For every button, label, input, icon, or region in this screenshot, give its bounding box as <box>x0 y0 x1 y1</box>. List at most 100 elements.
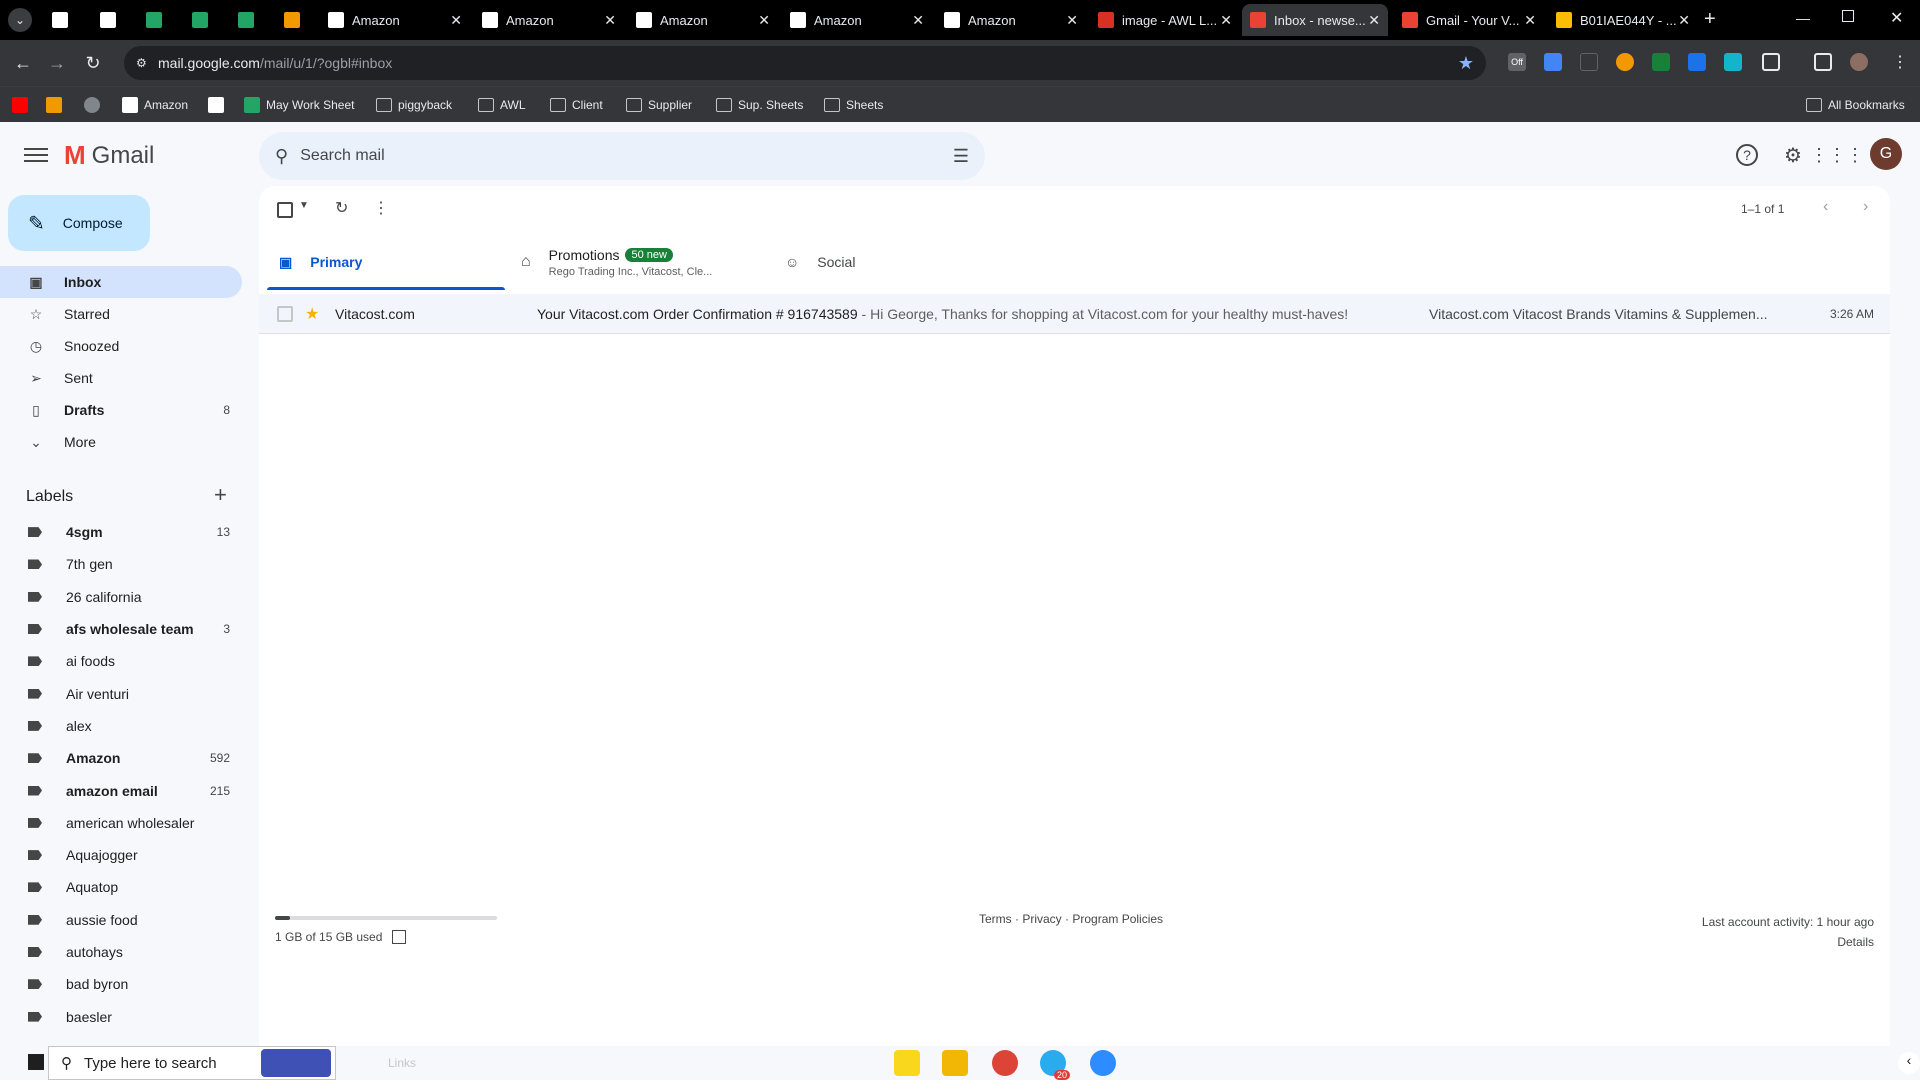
bookmark-youtube[interactable] <box>12 96 34 114</box>
browser-tab[interactable]: Amazon ✕ <box>782 4 932 36</box>
sidebar-item-inbox[interactable]: ▣ Inbox <box>0 266 242 298</box>
bookmark-folder-supplier[interactable]: Supplier <box>626 96 692 114</box>
help-icon[interactable]: ? <box>1736 144 1758 166</box>
minimize-button[interactable]: — <box>1796 10 1810 26</box>
taskbar-search[interactable]: ⚲ Type here to search <box>48 1046 336 1080</box>
star-icon[interactable]: ★ <box>305 304 319 324</box>
activity-details-link[interactable]: Details <box>1702 932 1874 952</box>
search-icon[interactable]: ⚲ <box>275 146 288 167</box>
extension-icon[interactable] <box>1688 53 1706 71</box>
window-close-button[interactable]: ✕ <box>1890 8 1903 28</box>
browser-tab[interactable]: Amazon ✕ <box>320 4 470 36</box>
label-item[interactable]: Aquatop <box>0 871 242 903</box>
pinned-tab-sheets-2[interactable] <box>192 12 208 28</box>
label-item[interactable]: 26 california <box>0 581 242 613</box>
chrome-icon[interactable] <box>992 1050 1018 1076</box>
file-explorer-icon[interactable] <box>942 1050 968 1076</box>
terms-link[interactable]: Terms <box>979 912 1012 926</box>
label-item[interactable]: aussie food <box>0 904 242 936</box>
sidebar-item-more[interactable]: ⌄ More <box>0 426 242 458</box>
close-icon[interactable]: ✕ <box>1066 12 1078 29</box>
close-icon[interactable]: ✕ <box>1524 12 1536 29</box>
close-icon[interactable]: ✕ <box>1678 12 1690 29</box>
extension-icon[interactable] <box>1724 53 1742 71</box>
site-info-icon[interactable]: ⚙ <box>136 56 147 70</box>
browser-tab[interactable]: Amazon ✕ <box>936 4 1086 36</box>
browser-tab[interactable]: Amazon ✕ <box>628 4 778 36</box>
browser-tab[interactable]: B01IAE044Y - ... ✕ <box>1548 4 1698 36</box>
tab-primary[interactable]: ▣ Primary <box>267 234 505 290</box>
extension-icon[interactable]: Off <box>1508 53 1526 71</box>
bookmark-folder-awl[interactable]: AWL <box>478 96 526 114</box>
label-item[interactable]: alex <box>0 710 242 742</box>
close-icon[interactable]: ✕ <box>912 12 924 29</box>
label-item[interactable]: afs wholesale team 3 <box>0 613 242 645</box>
label-item[interactable]: 4sgm 13 <box>0 516 242 548</box>
refresh-icon[interactable]: ↻ <box>335 198 348 218</box>
select-all-checkbox[interactable] <box>277 202 293 218</box>
prev-page-icon[interactable]: ‹ <box>1823 198 1828 216</box>
search-input[interactable] <box>300 147 901 165</box>
label-item[interactable]: Air venturi <box>0 677 242 709</box>
close-icon[interactable]: ✕ <box>450 12 462 29</box>
program-policies-link[interactable]: Program Policies <box>1072 912 1163 926</box>
add-label-icon[interactable]: + <box>214 482 227 508</box>
back-button[interactable]: ← <box>8 48 38 78</box>
tab-search-button[interactable]: ⌄ <box>8 8 32 32</box>
label-item[interactable]: ai foods <box>0 645 242 677</box>
compose-button[interactable]: ✎ Compose <box>8 195 150 251</box>
close-icon[interactable]: ✕ <box>1220 12 1232 29</box>
external-link-icon[interactable] <box>392 930 407 944</box>
sidebar-item-drafts[interactable]: ▯ Drafts 8 <box>0 394 242 426</box>
bookmark-icon-2[interactable] <box>46 96 68 114</box>
extension-icon[interactable] <box>1616 53 1634 71</box>
close-icon[interactable]: ✕ <box>1368 12 1380 29</box>
label-item[interactable]: baesler <box>0 1000 242 1032</box>
browser-tab[interactable]: Amazon ✕ <box>474 4 624 36</box>
apps-grid-icon[interactable]: ⋮⋮⋮ <box>1810 142 1864 168</box>
telegram-icon[interactable]: 20 <box>1040 1050 1070 1080</box>
next-page-icon[interactable]: › <box>1863 198 1868 216</box>
gmail-logo[interactable]: M Gmail <box>64 140 154 171</box>
all-bookmarks[interactable]: All Bookmarks <box>1806 96 1905 114</box>
new-tab-button[interactable]: + <box>1704 8 1716 31</box>
close-icon[interactable]: ✕ <box>604 12 616 29</box>
pinned-tab-sheets-3[interactable] <box>238 12 254 28</box>
sidebar-item-sent[interactable]: ➢ Sent <box>0 362 242 394</box>
browser-tab[interactable]: Gmail - Your V... ✕ <box>1394 4 1544 36</box>
tab-promotions[interactable]: ⌂ Promotions 50 new Rego Trading Inc., V… <box>521 234 753 290</box>
label-item[interactable]: autohays <box>0 936 242 968</box>
pinned-tab-sheets-1[interactable] <box>146 12 162 28</box>
sticky-notes-icon[interactable] <box>894 1050 920 1076</box>
pinned-tab-amazon-1[interactable] <box>52 12 68 28</box>
browser-menu-icon[interactable]: ⋮ <box>1892 52 1908 72</box>
main-menu-icon[interactable] <box>24 144 48 164</box>
settings-icon[interactable]: ⚙ <box>1780 142 1806 168</box>
browser-tab-active[interactable]: Inbox - newse... ✕ <box>1242 4 1388 36</box>
pinned-tab-amazon-2[interactable] <box>100 12 116 28</box>
bookmark-folder-sup-sheets[interactable]: Sup. Sheets <box>716 96 803 114</box>
side-panel-icon[interactable] <box>1814 53 1832 71</box>
profile-avatar[interactable] <box>1850 53 1868 71</box>
forward-button[interactable]: → <box>42 48 72 78</box>
bookmark-amazon-icon[interactable] <box>208 96 230 114</box>
bookmark-may-work-sheet[interactable]: May Work Sheet <box>244 96 354 114</box>
bookmark-star-icon[interactable]: ★ <box>1458 53 1474 74</box>
links-toolbar[interactable]: Links <box>388 1056 416 1070</box>
bookmark-folder-sheets[interactable]: Sheets <box>824 96 883 114</box>
label-item[interactable]: Amazon 592 <box>0 742 242 774</box>
reload-button[interactable]: ↻ <box>78 48 108 78</box>
bookmark-folder-client[interactable]: Client <box>550 96 603 114</box>
bookmark-icon-3[interactable] <box>84 96 106 114</box>
sidebar-item-starred[interactable]: ☆ Starred <box>0 298 242 330</box>
browser-tab[interactable]: image - AWL L... ✕ <box>1090 4 1240 36</box>
label-item[interactable]: 7th gen <box>0 548 242 580</box>
search-options-icon[interactable]: ☰ <box>953 146 969 167</box>
tab-social[interactable]: ☺ Social <box>785 234 985 290</box>
pinned-tab-app[interactable] <box>284 12 300 28</box>
select-dropdown-icon[interactable]: ▼ <box>299 200 309 211</box>
restore-button[interactable] <box>1842 10 1854 22</box>
search-bar[interactable]: ⚲ ☰ <box>259 132 985 180</box>
bookmark-folder-piggyback[interactable]: piggyback <box>376 96 452 114</box>
label-item[interactable]: american wholesaler <box>0 807 242 839</box>
